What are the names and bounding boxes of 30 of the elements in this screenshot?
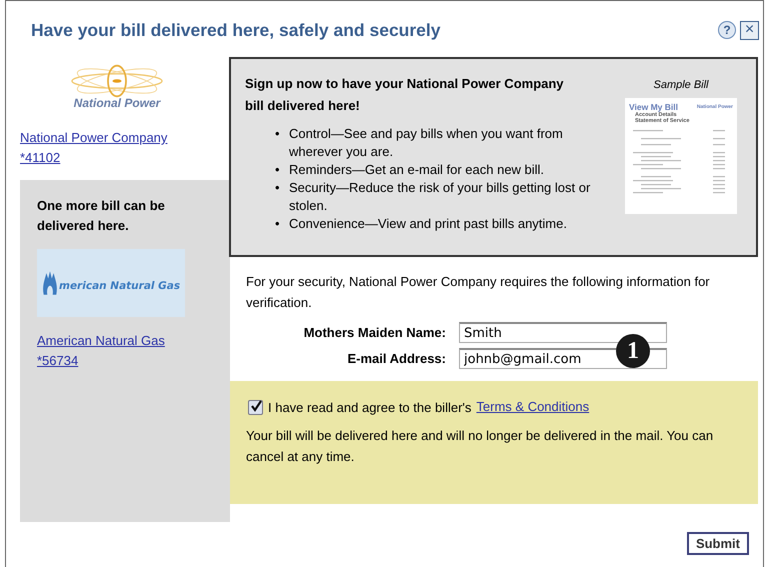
biller-link[interactable]: American Natural Gas: [37, 331, 165, 351]
submit-button[interactable]: Submit: [686, 532, 749, 555]
notice-text: Your bill will be delivered here and will no longer be delivered in the mail. You can cancel at any time.: [246, 427, 714, 466]
field-label: E-mail Address:: [346, 351, 447, 366]
bill-title: View My Bill: [629, 102, 678, 112]
input-field[interactable]: Smith: [459, 322, 667, 343]
bullet-icon: •: [275, 161, 289, 179]
panel-heading: One more bill can be delivered here.: [37, 197, 166, 235]
benefit-item: Control—See and pay bills when you want from wherever you are.: [289, 125, 564, 161]
agreement-text: I have read and agree to the biller's: [268, 400, 472, 414]
account-link[interactable]: *41102: [20, 148, 60, 168]
benefit-item: Security—Reduce the risk of your bills getting lost or stolen.: [289, 179, 592, 215]
bullet-icon: •: [275, 215, 289, 233]
checkbox[interactable]: [248, 400, 263, 414]
benefit-item: Convenience—View and print past bills anytime.: [289, 215, 568, 233]
promo-heading: Sign up now to have your National Power Company bill delivered here!: [245, 75, 565, 115]
logo: National Power: [52, 63, 182, 110]
account-link[interactable]: *56734: [37, 351, 78, 371]
bullet-icon: •: [275, 179, 289, 215]
close-button[interactable]: ×: [740, 20, 759, 40]
biller-link[interactable]: National Power Company: [20, 128, 168, 148]
window-title: Have your bill delivered here, safely and securely: [31, 20, 440, 40]
terms-link[interactable]: Terms & Conditions: [476, 397, 590, 417]
sample-caption: Sample Bill: [653, 79, 709, 91]
help-button[interactable]: ?: [718, 21, 736, 39]
info-text: For your security, National Power Company requires the following information for verification.: [246, 273, 711, 312]
field-label: Mothers Maiden Name:: [302, 325, 447, 340]
logo: merican Natural Gas: [37, 249, 185, 317]
bullet-icon: •: [275, 125, 289, 161]
benefit-item: Reminders—Get an e-mail for each new bill.: [289, 161, 546, 179]
